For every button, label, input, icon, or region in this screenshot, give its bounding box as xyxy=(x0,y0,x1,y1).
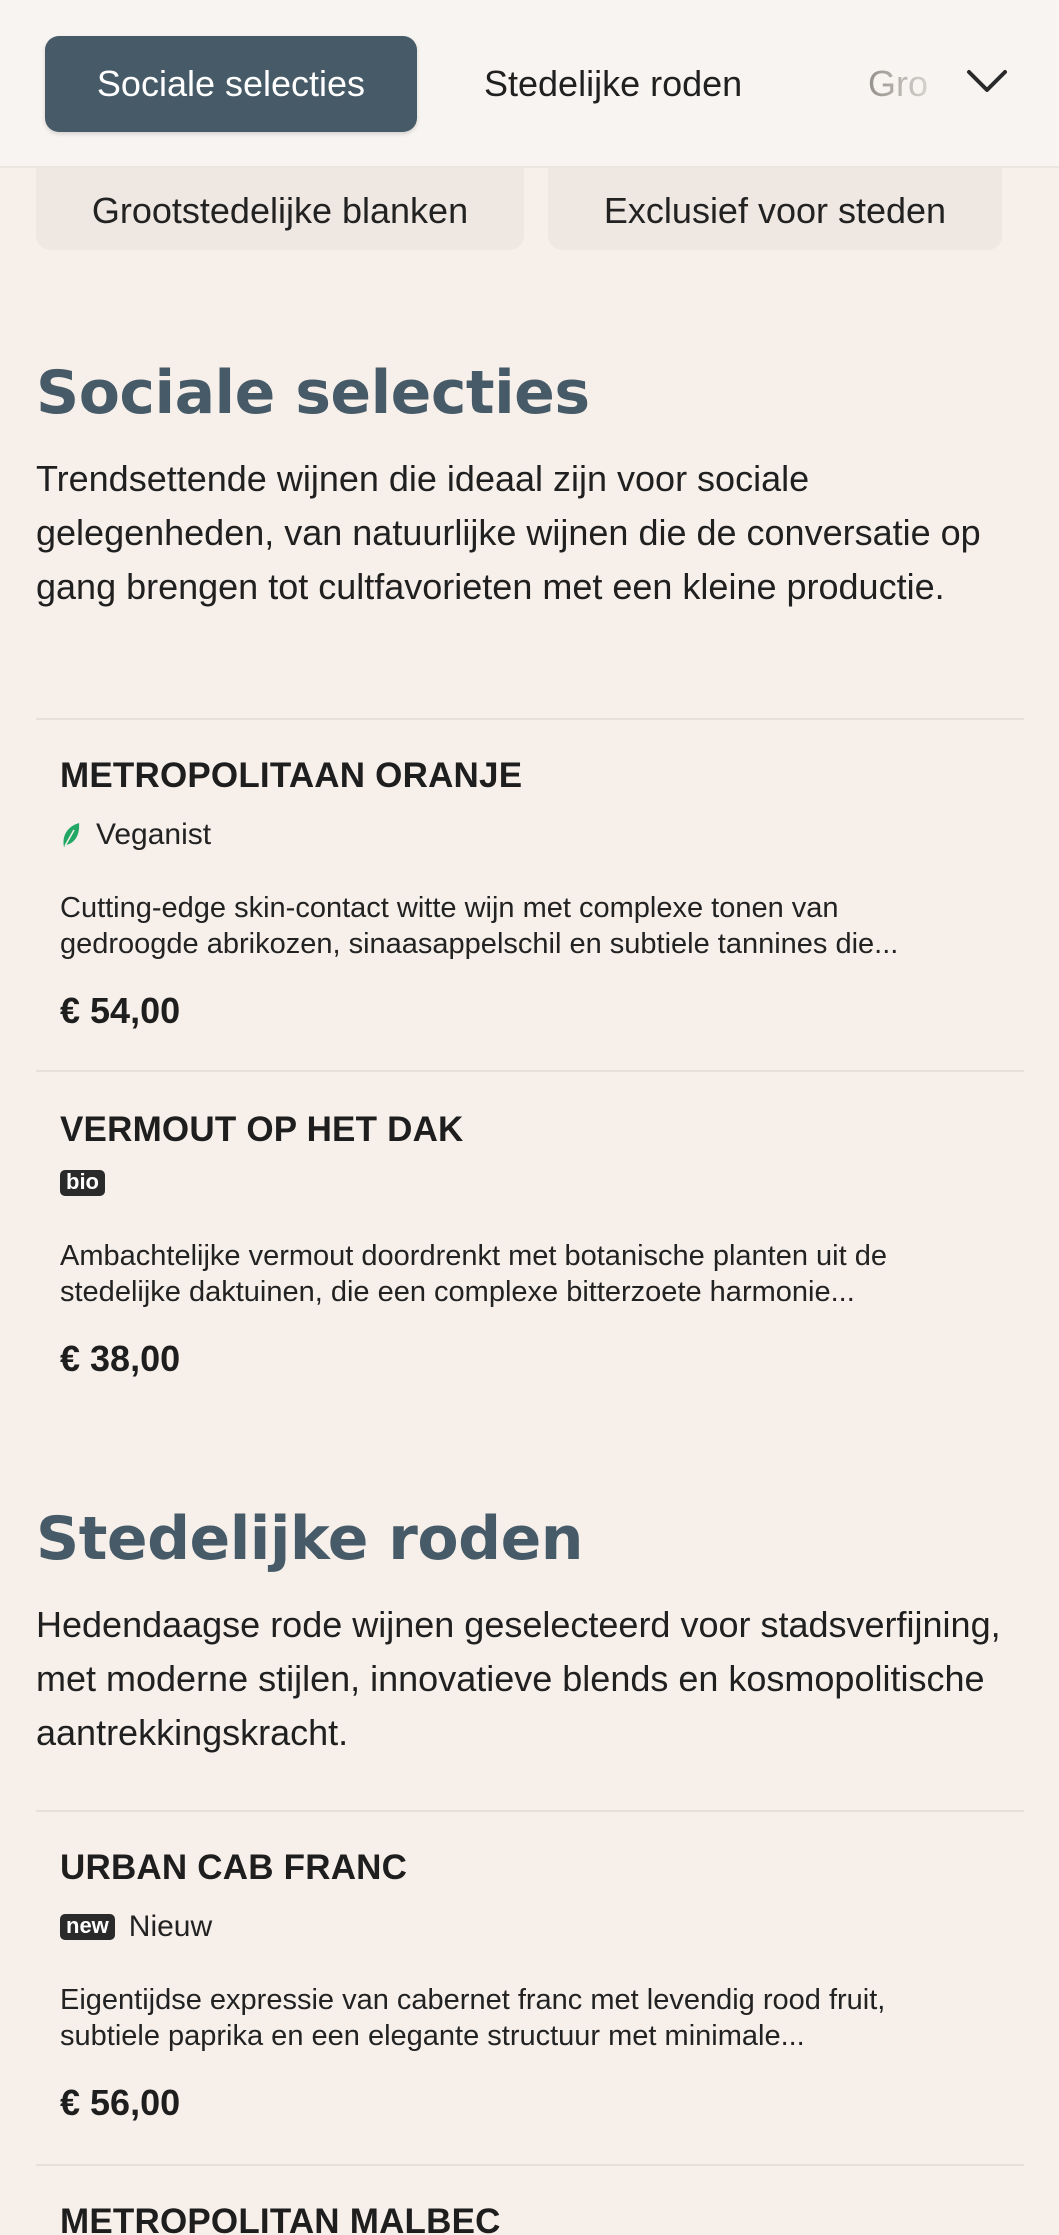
item-name: URBAN CAB FRANC xyxy=(60,1848,408,1887)
item-price: € 56,00 xyxy=(60,2082,181,2123)
item-description-line: gedroogde abrikozen, sinaasappelschil en… xyxy=(60,928,899,960)
item-description-line: Eigentijdse expressie van cabernet franc… xyxy=(60,1984,886,2016)
item-price: € 38,00 xyxy=(60,1338,181,1379)
dietary-badge: Veganist xyxy=(60,816,1000,854)
dietary-badge: bio xyxy=(60,1164,1000,1202)
item-name: METROPOLITAAN ORANJE xyxy=(60,756,523,795)
divider xyxy=(36,2164,1024,2166)
menu-item-urban-cab-franc[interactable]: URBAN CAB FRANC new Nieuw Eigentijdse ex… xyxy=(60,1848,1000,2124)
tab-grootstedelijke-blanken[interactable]: Gro xyxy=(868,36,948,132)
divider xyxy=(36,1070,1024,1072)
item-description-line: Cutting-edge skin-contact witte wijn met… xyxy=(60,892,839,924)
item-description: Ambachtelijke vermout doordrenkt met bot… xyxy=(60,1238,1020,1310)
badge-label: Nieuw xyxy=(128,1910,213,1943)
section-title-sociale-selecties: Sociale selecties xyxy=(36,358,590,428)
menu-item-metropolitaan-oranje[interactable]: METROPOLITAAN ORANJE Veganist Cutting-ed… xyxy=(60,756,1000,1032)
section-description-stedelijke-roden: Hedendaagse rode wijnen geselecteerd voo… xyxy=(36,1604,1001,1753)
item-price: € 54,00 xyxy=(60,990,181,1031)
item-description-line: subtiele paprika en een elegante structu… xyxy=(60,2020,805,2052)
item-description: Cutting-edge skin-contact witte wijn met… xyxy=(60,890,1020,962)
item-description-line: Ambachtelijke vermout doordrenkt met bot… xyxy=(60,1240,887,1272)
bio-tag: bio xyxy=(60,1170,105,1196)
wine-menu-page: Sociale selecties Stedelijke roden Gro G… xyxy=(0,0,1059,2235)
section-title-stedelijke-roden: Stedelijke roden xyxy=(36,1504,583,1574)
menu-item-vermout-op-het-dak[interactable]: VERMOUT OP HET DAK bio Ambachtelijke ver… xyxy=(60,1110,1000,1380)
new-tag: new xyxy=(60,1914,115,1940)
section-description-sociale-selecties: Trendsettende wijnen die ideaal zijn voo… xyxy=(36,458,981,607)
menu-item-metropolitan-malbec[interactable]: METROPOLITAN MALBEC xyxy=(60,2202,1000,2235)
tab-stedelijke-roden[interactable]: Stedelijke roden xyxy=(484,36,784,132)
new-badge: new Nieuw xyxy=(60,1908,1000,1946)
item-description-line: stedelijke daktuinen, die een complexe b… xyxy=(60,1276,855,1308)
divider xyxy=(36,1810,1024,1812)
divider xyxy=(36,718,1024,720)
item-name: VERMOUT OP HET DAK xyxy=(60,1110,464,1149)
badge-label: Veganist xyxy=(96,818,212,851)
chevron-down-icon[interactable] xyxy=(960,54,1014,108)
tab-sociale-selecties[interactable]: Sociale selecties xyxy=(45,36,417,132)
item-description: Eigentijdse expressie van cabernet franc… xyxy=(60,1982,1020,2054)
leaf-icon xyxy=(63,823,80,847)
category-nav-bar: Sociale selecties Stedelijke roden Gro xyxy=(0,0,1059,168)
item-name: METROPOLITAN MALBEC xyxy=(60,2202,501,2235)
